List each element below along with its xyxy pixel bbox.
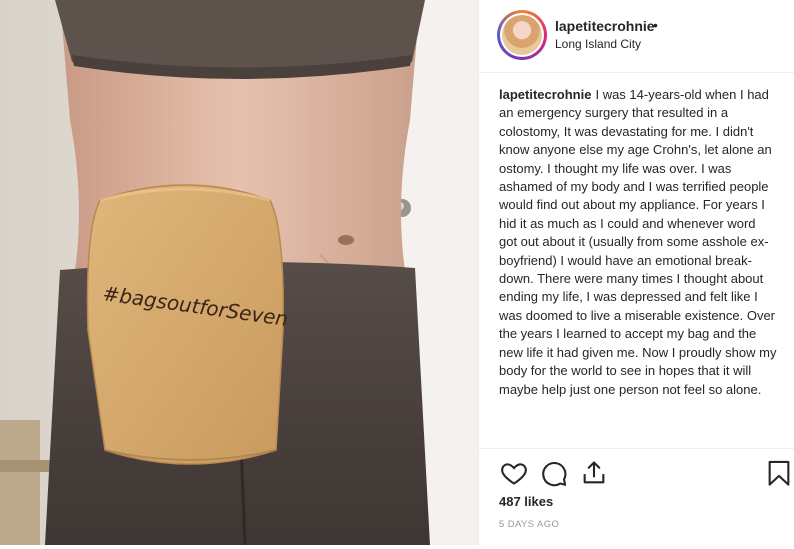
header-separator: • <box>653 17 658 33</box>
post-photo-illustration: #bagsoutforSeven <box>0 0 478 545</box>
post-caption: lapetitecrohnie I was 14-years-old when I… <box>499 86 777 399</box>
caption-text: I was 14-years-old when I had an emergen… <box>499 87 777 397</box>
action-bar: 487 likes 5 DAYS AGO <box>479 448 794 549</box>
avatar[interactable] <box>500 13 544 57</box>
likes-count[interactable]: 487 likes <box>499 494 553 509</box>
story-ring[interactable] <box>497 10 547 60</box>
header-location[interactable]: Long Island City <box>555 37 641 51</box>
heart-icon[interactable] <box>500 459 528 487</box>
avatar-photo <box>502 15 542 55</box>
post-detail-panel: lapetitecrohnie • Long Island City lapet… <box>478 0 794 545</box>
bookmark-icon[interactable] <box>765 459 793 487</box>
share-icon[interactable] <box>580 459 608 487</box>
post-timestamp[interactable]: 5 DAYS AGO <box>499 519 559 530</box>
caption-username[interactable]: lapetitecrohnie <box>499 87 591 102</box>
post-photo[interactable]: #bagsoutforSeven <box>0 0 478 545</box>
comment-icon[interactable] <box>540 459 568 487</box>
header-username[interactable]: lapetitecrohnie <box>555 18 655 34</box>
post-header: lapetitecrohnie • Long Island City <box>479 0 794 73</box>
